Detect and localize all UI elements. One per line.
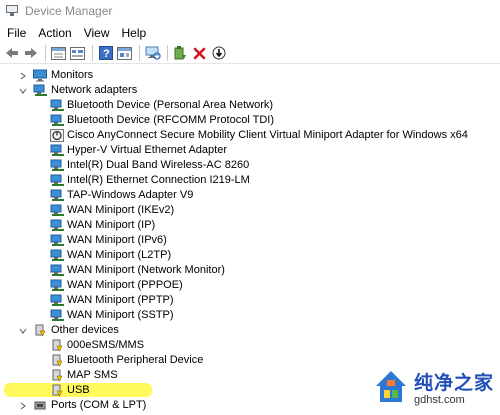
download-icon[interactable] <box>210 45 227 61</box>
update-driver-icon[interactable] <box>172 45 189 61</box>
network-adapter-icon <box>50 189 64 202</box>
menu-view[interactable]: View <box>79 26 115 40</box>
tree-label: WAN Miniport (IPv6) <box>67 234 167 246</box>
menu-file[interactable]: File <box>2 26 31 40</box>
toolbar-separator <box>92 45 93 61</box>
network-adapter-icon <box>50 174 64 187</box>
svg-text:?: ? <box>103 48 110 60</box>
back-icon[interactable] <box>3 45 20 61</box>
network-adapter-icon <box>50 159 64 172</box>
unknown-device-icon <box>33 324 46 337</box>
tree-label: WAN Miniport (IKEv2) <box>67 204 175 216</box>
network-adapter-icon <box>50 144 64 157</box>
tree-label: Monitors <box>51 69 94 81</box>
tree-label: Hyper-V Virtual Ethernet Adapter <box>67 144 227 156</box>
tree-label: 000eSMS/MMS <box>67 339 145 351</box>
scan-hardware-icon[interactable] <box>144 45 161 61</box>
network-adapter-icon <box>50 249 64 262</box>
tree-label: Bluetooth Peripheral Device <box>67 354 204 366</box>
collapse-chevron-icon[interactable] <box>18 83 28 98</box>
network-adapter-icon <box>50 294 64 307</box>
port-icon <box>33 399 46 412</box>
unknown-device-warning-icon <box>50 354 63 367</box>
unknown-device-warning-icon <box>50 384 63 397</box>
tree-label: WAN Miniport (PPTP) <box>67 294 174 306</box>
tree-label: MAP SMS <box>67 369 118 381</box>
tree-label: Intel(R) Dual Band Wireless-AC 8260 <box>67 159 250 171</box>
window-title: Device Manager <box>25 4 113 18</box>
tree-label: USB <box>67 384 90 396</box>
tree-label: Bluetooth Device (RFCOMM Protocol TDI) <box>67 114 275 126</box>
expand-chevron-icon[interactable] <box>18 68 28 83</box>
tree-label: TAP-Windows Adapter V9 <box>67 189 194 201</box>
network-adapter-icon <box>50 279 64 292</box>
menu-bar: File Action View Help <box>0 24 500 42</box>
tree-label: Other devices <box>51 324 119 336</box>
unknown-device-warning-icon <box>50 339 63 352</box>
details-icon[interactable] <box>69 45 86 61</box>
network-adapter-icon <box>50 204 64 217</box>
network-adapter-icon <box>50 309 64 322</box>
tree-label: WAN Miniport (PPPOE) <box>67 279 183 291</box>
watermark-url: gdhst.com <box>413 394 465 406</box>
view-icon[interactable] <box>116 45 133 61</box>
network-adapter-icon <box>50 219 64 232</box>
toolbar-divider <box>0 63 500 64</box>
tree-label: Intel(R) Ethernet Connection I219-LM <box>67 174 250 186</box>
monitor-icon <box>33 69 47 82</box>
tree-label: WAN Miniport (Network Monitor) <box>67 264 225 276</box>
uninstall-icon[interactable] <box>191 45 208 61</box>
toolbar: ? <box>0 43 500 63</box>
collapse-chevron-icon[interactable] <box>18 323 28 338</box>
tree-label: Network adapters <box>51 84 138 96</box>
tree-label: WAN Miniport (SSTP) <box>67 309 174 321</box>
unknown-device-warning-icon <box>50 369 63 382</box>
cisco-vpn-icon <box>50 129 64 142</box>
forward-icon[interactable] <box>22 45 39 61</box>
toolbar-separator <box>45 45 46 61</box>
network-adapter-icon <box>33 84 47 97</box>
help-icon[interactable]: ? <box>97 45 114 61</box>
tree-label: Cisco AnyConnect Secure Mobility Client … <box>67 129 468 141</box>
network-adapter-icon <box>50 114 64 127</box>
network-adapter-icon <box>50 234 64 247</box>
tree-label: WAN Miniport (IP) <box>67 219 156 231</box>
tree-label: Bluetooth Device (Personal Area Network) <box>67 99 274 111</box>
device-manager-icon <box>5 5 19 17</box>
watermark: 纯净之家 gdhst.com <box>372 368 494 406</box>
properties-icon[interactable] <box>50 45 67 61</box>
toolbar-separator <box>167 45 168 61</box>
network-adapter-icon <box>50 264 64 277</box>
watermark-logo-icon <box>372 368 410 406</box>
toolbar-separator <box>139 45 140 61</box>
menu-help[interactable]: Help <box>117 26 152 40</box>
menu-action[interactable]: Action <box>33 26 76 40</box>
watermark-title: 纯净之家 <box>413 372 494 394</box>
title-bar: Device Manager <box>0 0 500 22</box>
network-adapter-icon <box>50 99 64 112</box>
tree-label: WAN Miniport (L2TP) <box>67 249 172 261</box>
